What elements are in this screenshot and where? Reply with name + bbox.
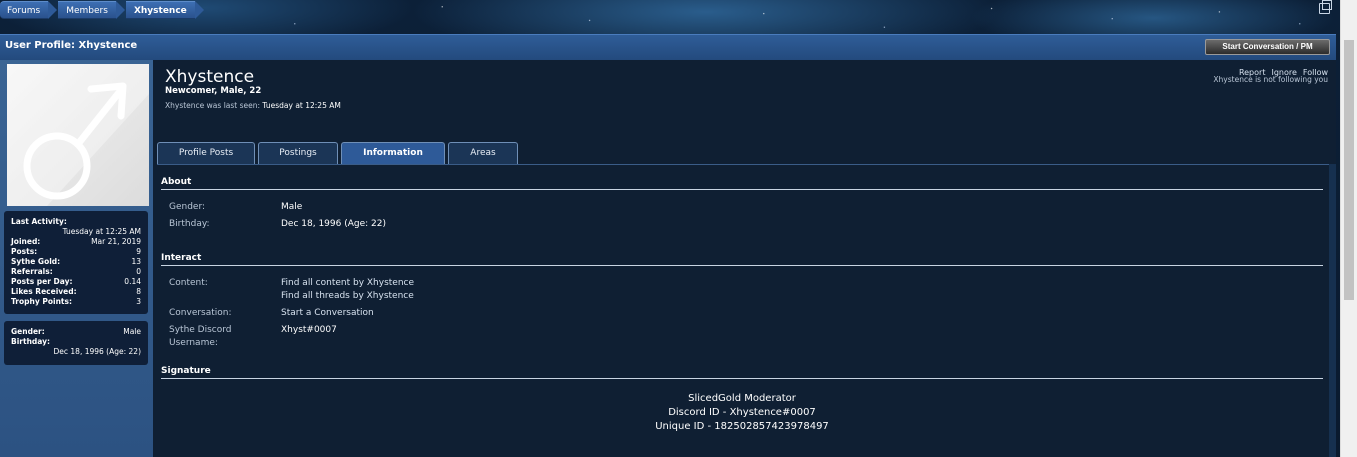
stat-value: 8 [136, 287, 141, 296]
page-title: User Profile: Xhystence [5, 40, 138, 51]
about-heading: About [161, 177, 1323, 190]
stat-value[interactable]: 3 [136, 297, 141, 307]
stat-value: 0 [136, 267, 141, 276]
male-symbol-icon [7, 64, 149, 206]
last-seen: Xhystence was last seen: Tuesday at 12:2… [165, 101, 341, 110]
info-label: Gender: [11, 327, 45, 336]
stat-value: 0.14 [124, 277, 141, 286]
start-conversation-button[interactable]: Start Conversation / PM [1205, 39, 1330, 55]
find-content-link[interactable]: Find all content by Xhystence [281, 278, 414, 288]
user-title: Newcomer, Male, 22 [165, 86, 262, 96]
last-seen-value: Tuesday at 12:25 AM [262, 101, 341, 110]
profile-username: Xhystence [165, 67, 255, 87]
info-value: Dec 18, 1996 (Age: 22) [53, 347, 142, 356]
signature-line: Unique ID - 182502857423978497 [655, 421, 829, 432]
conversation-label: Conversation: [169, 308, 232, 318]
stats-box: Last Activity: Tuesday at 12:25 AM Joine… [4, 211, 148, 314]
avatar[interactable] [7, 64, 149, 206]
stat-label: Last Activity: [11, 217, 67, 226]
tab-postings[interactable]: Postings [258, 142, 338, 164]
interact-heading: Interact [161, 253, 1323, 266]
info-value: Male [123, 327, 141, 336]
discord-value: Xhyst#0007 [281, 325, 337, 335]
breadcrumb-members[interactable]: Members [58, 1, 125, 19]
gender-label: Gender: [169, 202, 206, 212]
find-threads-link[interactable]: Find all threads by Xhystence [281, 291, 414, 301]
stat-value[interactable]: 9 [136, 247, 141, 257]
profile-title-bar: User Profile: Xhystence [0, 34, 1336, 60]
following-note: Xhystence is not following you [1213, 75, 1328, 84]
info-label: Birthday: [11, 337, 50, 346]
stat-value: Tuesday at 12:25 AM [62, 227, 141, 236]
breadcrumb-current[interactable]: Xhystence [125, 1, 204, 19]
stat-value: Mar 21, 2019 [91, 237, 141, 246]
stat-label: Sythe Gold: [11, 257, 61, 266]
stat-label: Posts: [11, 247, 38, 256]
stat-label: Posts per Day: [11, 277, 73, 286]
tab-areas[interactable]: Areas [448, 142, 518, 164]
last-seen-label: Xhystence was last seen: [165, 101, 261, 110]
info-box: Gender: Male Birthday: Dec 18, 1996 (Age:… [4, 321, 148, 365]
signature-line: SlicedGold Moderator [688, 393, 796, 404]
tab-profile-posts[interactable]: Profile Posts [157, 142, 255, 164]
stat-label: Joined: [11, 237, 41, 246]
tab-divider [157, 164, 1329, 165]
breadcrumb-forums[interactable]: Forums [0, 1, 58, 19]
profile-sidebar: Last Activity: Tuesday at 12:25 AM Joine… [0, 60, 153, 457]
tab-information[interactable]: Information [341, 142, 445, 164]
birthday-label: Birthday: [169, 219, 210, 229]
scrollbar[interactable] [1340, 0, 1357, 457]
stat-label: Trophy Points: [11, 297, 72, 306]
profile-tabs: Profile Posts Postings Information Areas [157, 142, 518, 164]
signature-heading: Signature [161, 366, 1323, 379]
breadcrumb: Forums Members Xhystence [0, 1, 205, 19]
content-label: Content: [169, 278, 208, 288]
signature-line: Discord ID - Xhystence#0007 [668, 407, 816, 418]
stat-label: Likes Received: [11, 287, 77, 296]
birthday-value: Dec 18, 1996 (Age: 22) [281, 219, 386, 229]
stat-label: Referrals: [11, 267, 53, 276]
stat-value: 13 [131, 257, 141, 266]
discord-label: Sythe Discord [169, 325, 232, 335]
start-conversation-link[interactable]: Start a Conversation [281, 308, 374, 318]
panel-edge [1329, 164, 1336, 457]
discord-label-cont: Username: [169, 338, 218, 348]
restore-icon[interactable] [1319, 0, 1332, 14]
scrollbar-thumb[interactable] [1344, 40, 1354, 300]
gender-value: Male [281, 202, 303, 212]
